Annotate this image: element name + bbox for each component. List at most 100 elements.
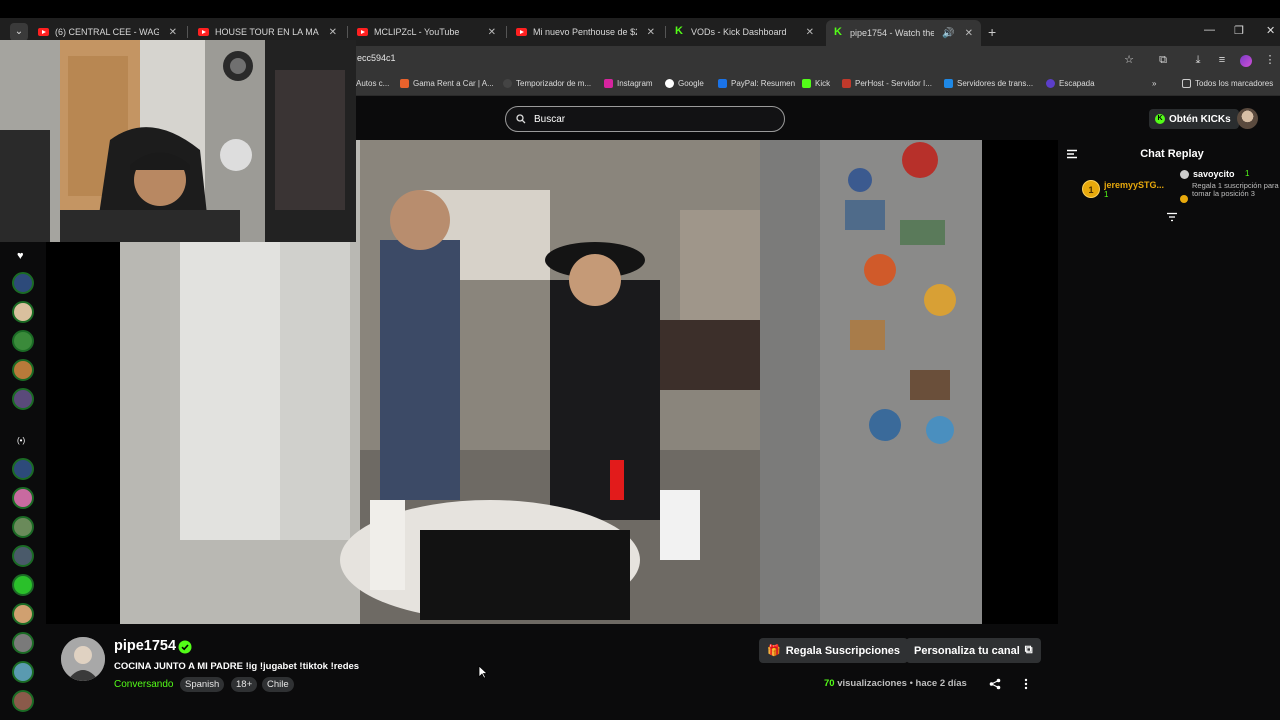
bookmark-item[interactable]: Servidores de trans... <box>944 79 1033 88</box>
new-tab-button[interactable]: + <box>988 24 996 40</box>
server-icon <box>944 79 953 88</box>
channel-info-bar: pipe1754 COCINA JUNTO A MI PADRE !ig !ju… <box>46 624 1058 720</box>
live-channel-avatar[interactable] <box>12 603 34 625</box>
filter-icon[interactable] <box>1166 212 1178 222</box>
live-channel-avatar[interactable] <box>12 545 34 567</box>
browser-tab-active[interactable]: pipe1754 - Watch the VOD 🔊 ✕ <box>826 20 981 46</box>
bookmark-item[interactable]: Autos c... <box>356 79 389 88</box>
profile-icon[interactable] <box>1240 55 1252 67</box>
live-channel-avatar[interactable] <box>12 458 34 480</box>
speaker-icon[interactable]: 🔊 <box>942 28 954 39</box>
followed-channel-avatar[interactable] <box>12 359 34 381</box>
bookmark-item[interactable]: Instagram <box>604 79 653 88</box>
live-channel-avatar[interactable] <box>12 574 34 596</box>
channel-avatar[interactable] <box>61 637 105 681</box>
tag[interactable]: Chile <box>262 677 294 692</box>
search-icon <box>516 114 526 124</box>
share-icon[interactable] <box>989 678 1001 690</box>
close-icon[interactable]: ✕ <box>488 27 496 38</box>
tab-search-icon[interactable]: ⌄ <box>10 23 28 41</box>
live-icon[interactable]: (•) <box>17 436 25 445</box>
tag[interactable]: Spanish <box>180 677 225 692</box>
tag[interactable]: 18+ <box>231 677 258 692</box>
media-icon[interactable]: ≡ <box>1216 54 1228 66</box>
webcam-overlay <box>0 40 356 242</box>
live-channel-avatar[interactable] <box>12 661 34 683</box>
address-bar[interactable]: ecc594c1 <box>357 53 396 63</box>
followed-channel-avatar[interactable] <box>12 272 34 294</box>
close-icon[interactable]: ✕ <box>647 27 655 38</box>
bookmark-item[interactable]: Gama Rent a Car | A... <box>400 79 494 88</box>
kick-icon <box>802 79 811 88</box>
followed-channel-avatar[interactable] <box>12 388 34 410</box>
close-icon[interactable]: ✕ <box>169 27 177 38</box>
live-channel-avatar[interactable] <box>12 632 34 654</box>
followed-channel-avatar[interactable] <box>12 301 34 323</box>
paypal-icon <box>718 79 727 88</box>
restore-icon[interactable]: ❐ <box>1234 24 1244 37</box>
mouse-cursor-icon <box>478 665 488 679</box>
close-icon[interactable]: ✕ <box>806 27 814 38</box>
download-icon[interactable]: ⤓ <box>1192 54 1204 66</box>
close-window-icon[interactable]: ✕ <box>1266 24 1275 37</box>
bookmark-item[interactable]: PayPal: Resumen <box>718 79 795 88</box>
live-channel-avatar[interactable] <box>12 487 34 509</box>
kick-icon <box>675 25 685 37</box>
all-bookmarks[interactable]: Todos los marcadores <box>1182 79 1273 88</box>
category-link[interactable]: Conversando <box>114 679 173 690</box>
close-icon[interactable]: ✕ <box>965 28 973 39</box>
chat-message[interactable]: savoycito 1 Regala 1 suscripción para to… <box>1179 169 1279 203</box>
chat-username[interactable]: savoycito <box>1179 169 1279 179</box>
star-icon[interactable]: ☆ <box>1123 54 1135 66</box>
instagram-icon <box>604 79 613 88</box>
minimize-icon[interactable]: — <box>1204 24 1215 36</box>
external-link-icon: ⧉ <box>1024 644 1033 656</box>
timer-icon <box>503 79 512 88</box>
chat-title: Chat Replay <box>1140 148 1204 160</box>
followed-channel-avatar[interactable] <box>12 330 34 352</box>
youtube-icon <box>357 28 368 36</box>
verified-icon <box>178 640 192 654</box>
chat-panel: Chat Replay 1 jeremyySTG... 1 savoycito … <box>1058 140 1280 720</box>
chat-message[interactable]: 1 jeremyySTG... 1 <box>1082 180 1168 199</box>
youtube-icon <box>516 28 527 36</box>
menu-icon[interactable]: ⋮ <box>1264 54 1276 66</box>
live-channel-avatar[interactable] <box>12 690 34 712</box>
heart-icon[interactable]: ♥ <box>17 250 24 262</box>
left-sidebar: ♥ (•) <box>0 242 46 720</box>
live-channel-avatar[interactable] <box>12 516 34 538</box>
bookmark-item[interactable]: Google <box>665 79 704 88</box>
get-kicks-button[interactable]: K Obtén KICKs <box>1149 109 1239 129</box>
rank-badge: 1 <box>1082 180 1100 198</box>
gift-count: 1 <box>1245 169 1250 178</box>
escapada-icon <box>1046 79 1055 88</box>
more-options-icon[interactable] <box>1022 678 1030 690</box>
extensions-icon[interactable]: ⧉ <box>1157 54 1169 66</box>
browser-tab[interactable]: MCLIPZcL - YouTube ✕ <box>349 20 504 44</box>
bookmark-icon <box>400 79 409 88</box>
bookmarks-overflow[interactable]: » <box>1152 79 1156 88</box>
gift-count: 1 <box>1104 190 1109 199</box>
browser-tab[interactable]: Mi nuevo Penthouse de $21.50 ✕ <box>508 20 663 44</box>
bookmark-item[interactable]: Escapada <box>1046 79 1095 88</box>
bookmark-item[interactable]: Kick <box>802 79 830 88</box>
channel-name[interactable]: pipe1754 <box>114 638 176 654</box>
bookmark-item[interactable]: Temporizador de m... <box>503 79 591 88</box>
close-icon[interactable]: ✕ <box>329 27 337 38</box>
gift-subs-button[interactable]: 🎁 Regala Suscripciones <box>759 638 909 663</box>
customize-channel-button[interactable]: Personaliza tu canal ⧉ <box>906 638 1041 663</box>
gift-icon: 🎁 <box>767 645 781 657</box>
coin-icon <box>1180 195 1188 203</box>
avatar[interactable] <box>1237 108 1258 129</box>
search-input[interactable] <box>534 113 764 125</box>
chat-username[interactable]: jeremyySTG... <box>1104 180 1168 190</box>
folder-icon <box>1182 79 1191 88</box>
bookmark-item[interactable]: PerHost - Servidor I... <box>842 79 932 88</box>
stream-title: COCINA JUNTO A MI PADRE !ig !jugabet !ti… <box>114 661 360 672</box>
screen: ⌄ (6) CENTRAL CEE - WAGWAN [ ✕ HOUSE TOU… <box>0 0 1280 720</box>
youtube-icon <box>38 28 49 36</box>
browser-tab[interactable]: VODs - Kick Dashboard ✕ <box>667 20 822 44</box>
search-bar[interactable] <box>505 106 785 132</box>
kick-icon <box>834 26 844 38</box>
perhost-icon <box>842 79 851 88</box>
